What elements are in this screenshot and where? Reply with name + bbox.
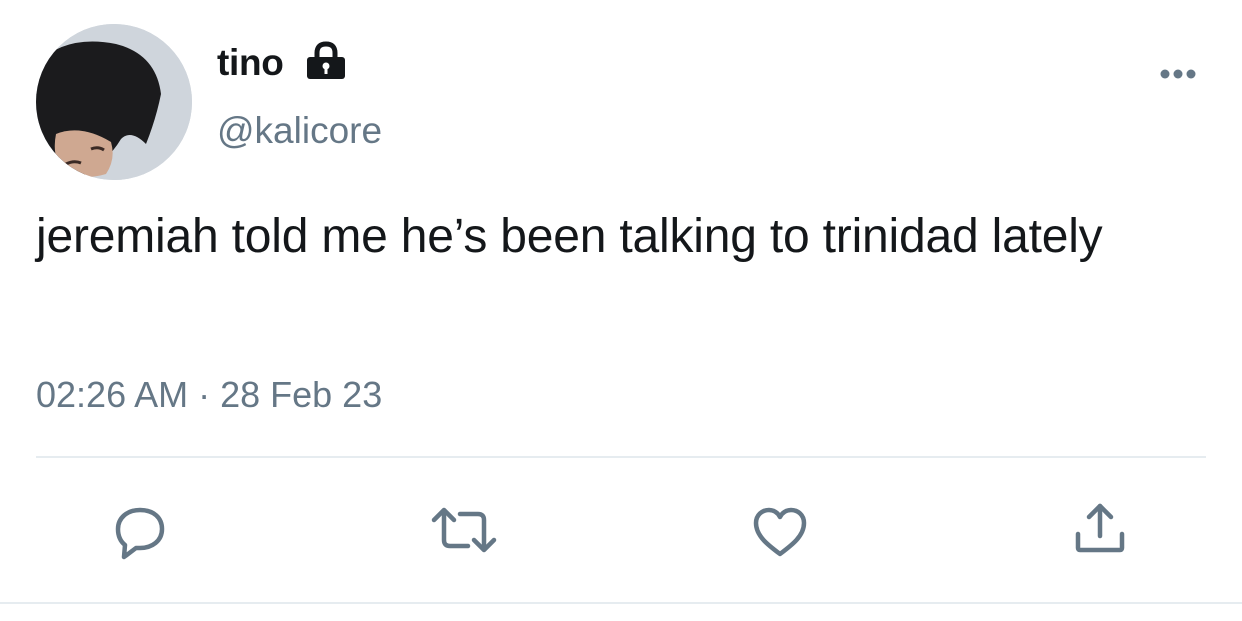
retweet-button[interactable] xyxy=(428,500,500,560)
avatar-image xyxy=(36,24,192,180)
like-button[interactable] xyxy=(750,502,810,562)
timestamp[interactable]: 02:26 AM · 28 Feb 23 xyxy=(36,374,382,416)
tweet-text: jeremiah told me he’s been talking to tr… xyxy=(36,210,1103,263)
bottom-divider xyxy=(0,602,1242,604)
reply-button[interactable] xyxy=(110,502,170,562)
display-name[interactable]: tino xyxy=(217,42,284,84)
handle[interactable]: @kalicore xyxy=(217,110,382,152)
avatar[interactable] xyxy=(36,24,192,180)
share-icon xyxy=(1075,503,1125,553)
more-options-icon[interactable] xyxy=(1155,62,1201,86)
heart-icon xyxy=(753,507,807,557)
reply-icon xyxy=(115,507,165,560)
retweet-icon xyxy=(431,507,497,553)
lock-icon xyxy=(307,41,345,79)
divider xyxy=(36,456,1206,458)
share-button[interactable] xyxy=(1070,498,1130,558)
